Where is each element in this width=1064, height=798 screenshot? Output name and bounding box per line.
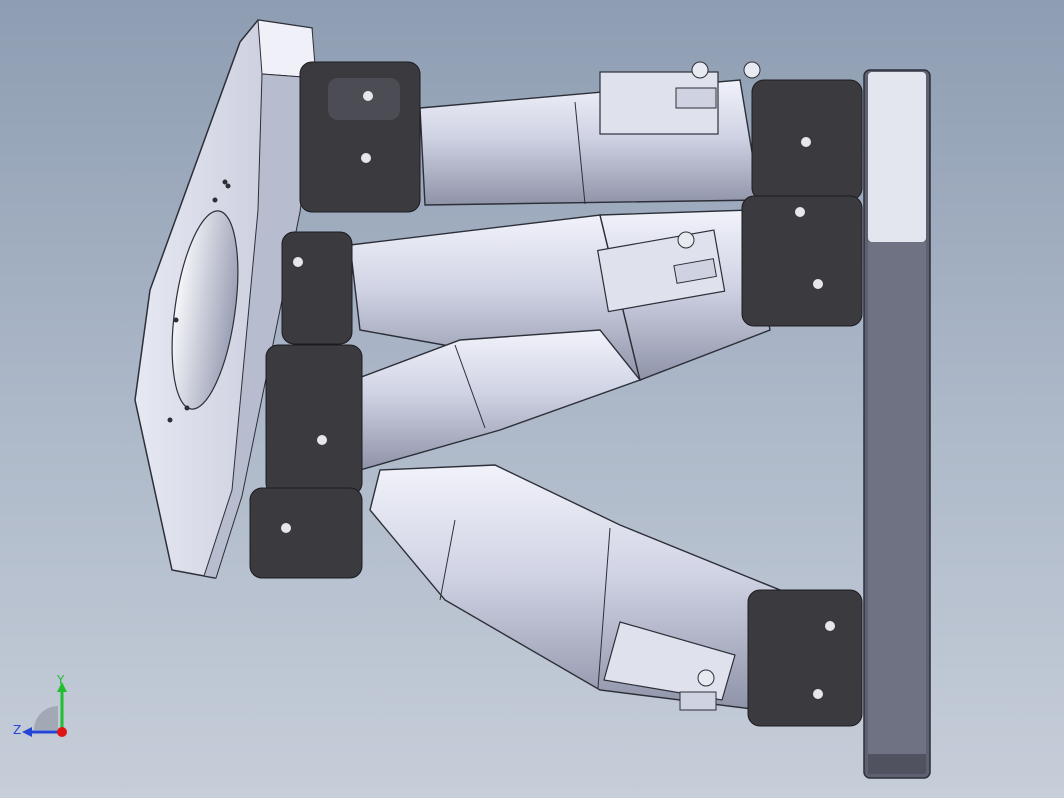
stewart-platform-model[interactable] xyxy=(0,0,1064,798)
actuator-leg-3[interactable] xyxy=(339,329,642,471)
base-plate[interactable] xyxy=(863,69,931,779)
z-axis-label: Z xyxy=(13,723,21,737)
base-plate-top-face xyxy=(868,72,926,242)
x-axis-icon xyxy=(57,727,67,737)
actuator-leg-1[interactable] xyxy=(419,61,761,206)
base-plate-side-face xyxy=(868,242,926,754)
cad-viewport[interactable]: Y Z xyxy=(0,0,1064,798)
axis-triad: Y Z xyxy=(10,672,80,744)
triad-plane-icon xyxy=(34,706,58,730)
base-joints[interactable] xyxy=(741,79,863,727)
actuator-leg-4[interactable] xyxy=(369,464,781,711)
y-axis-label: Y xyxy=(56,673,65,687)
